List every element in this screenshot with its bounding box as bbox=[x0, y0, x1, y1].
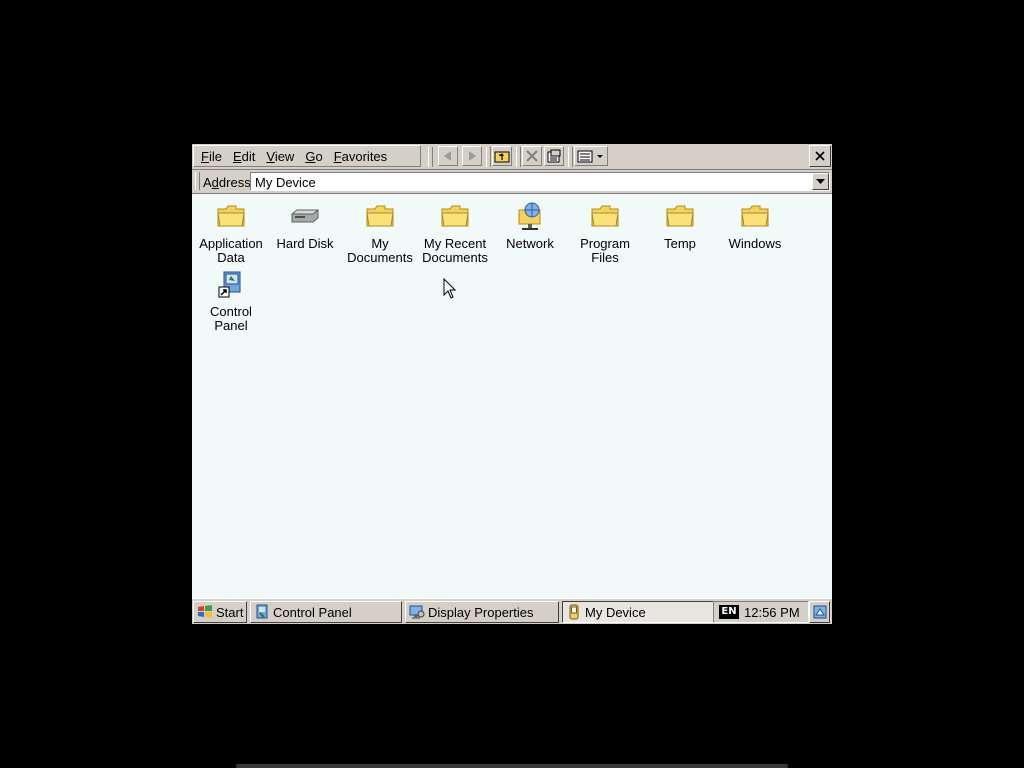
menu-view[interactable]: View bbox=[262, 149, 298, 164]
item-hard-disk[interactable]: Hard Disk bbox=[267, 200, 343, 251]
task-display-properties[interactable]: Display Properties bbox=[405, 601, 559, 623]
taskbar: Start Control Panel Display Properties M… bbox=[192, 598, 832, 624]
menu-edit[interactable]: Edit bbox=[229, 149, 259, 164]
item-control-panel[interactable]: Control Panel bbox=[193, 268, 269, 333]
folder-icon bbox=[591, 205, 619, 227]
address-input[interactable]: My Device bbox=[250, 172, 830, 191]
back-button[interactable] bbox=[438, 146, 458, 166]
item-temp[interactable]: Temp bbox=[642, 200, 718, 251]
views-button[interactable] bbox=[574, 146, 608, 166]
desktop-icon bbox=[813, 605, 826, 619]
close-icon bbox=[815, 151, 825, 161]
menu-favorites[interactable]: Favorites bbox=[330, 149, 391, 164]
toolbar-separator bbox=[486, 147, 491, 167]
start-button[interactable]: Start bbox=[193, 601, 247, 623]
properties-icon bbox=[547, 149, 561, 163]
clock[interactable]: 12:56 PM bbox=[744, 605, 800, 620]
folder-icon bbox=[741, 205, 769, 227]
network-icon bbox=[518, 202, 541, 230]
task-my-device[interactable]: My Device bbox=[562, 601, 714, 623]
address-label: Address bbox=[203, 175, 251, 190]
close-button[interactable] bbox=[809, 145, 831, 167]
item-program-files[interactable]: Program Files bbox=[567, 200, 643, 265]
folder-icon bbox=[441, 205, 469, 227]
folder-icon bbox=[666, 205, 694, 227]
task-control-panel[interactable]: Control Panel bbox=[250, 601, 402, 623]
delete-button[interactable] bbox=[522, 146, 542, 166]
command-bar: File Edit View Go Favorites bbox=[192, 144, 832, 170]
up-folder-icon bbox=[494, 151, 510, 163]
menu-bar: File Edit View Go Favorites bbox=[193, 145, 421, 167]
address-value: My Device bbox=[255, 175, 316, 190]
item-application-data[interactable]: Application Data bbox=[193, 200, 269, 265]
toolbar-grip[interactable] bbox=[428, 147, 433, 167]
mouse-cursor-icon bbox=[443, 278, 457, 299]
item-windows[interactable]: Windows bbox=[717, 200, 793, 251]
control-panel-shortcut-icon bbox=[218, 271, 241, 298]
toolbar-separator-2 bbox=[516, 147, 521, 167]
file-list[interactable]: Application Data Hard Disk My Documents … bbox=[192, 194, 832, 598]
properties-button[interactable] bbox=[544, 146, 564, 166]
address-grip[interactable] bbox=[195, 172, 200, 190]
chevron-down-icon bbox=[816, 178, 825, 184]
control-panel-icon bbox=[256, 604, 268, 619]
input-language-indicator[interactable]: EN bbox=[719, 605, 739, 619]
folder-icon bbox=[217, 205, 245, 227]
forward-arrow-icon bbox=[469, 151, 476, 161]
address-bar: Address My Device bbox=[192, 170, 832, 194]
device-screen: File Edit View Go Favorites Address My D… bbox=[192, 144, 832, 624]
address-dropdown-button[interactable] bbox=[812, 173, 829, 190]
item-my-documents[interactable]: My Documents bbox=[342, 200, 418, 265]
folder-icon bbox=[366, 205, 394, 227]
item-my-recent-documents[interactable]: My Recent Documents bbox=[417, 200, 493, 265]
forward-button[interactable] bbox=[462, 146, 482, 166]
display-icon bbox=[409, 605, 425, 619]
bezel-strip bbox=[236, 764, 788, 768]
hard-disk-icon bbox=[291, 208, 319, 223]
device-icon bbox=[569, 604, 579, 620]
notification-area: EN 12:56 PM bbox=[713, 601, 809, 623]
item-network[interactable]: Network bbox=[492, 200, 568, 251]
menu-go[interactable]: Go bbox=[301, 149, 326, 164]
back-arrow-icon bbox=[444, 151, 451, 161]
show-desktop-button[interactable] bbox=[809, 601, 830, 623]
views-icon bbox=[577, 150, 603, 163]
menu-file[interactable]: File bbox=[197, 149, 226, 164]
up-folder-button[interactable] bbox=[492, 146, 512, 166]
windows-logo-icon bbox=[198, 605, 212, 618]
toolbar-separator-3 bbox=[568, 147, 573, 167]
delete-icon bbox=[526, 150, 538, 162]
